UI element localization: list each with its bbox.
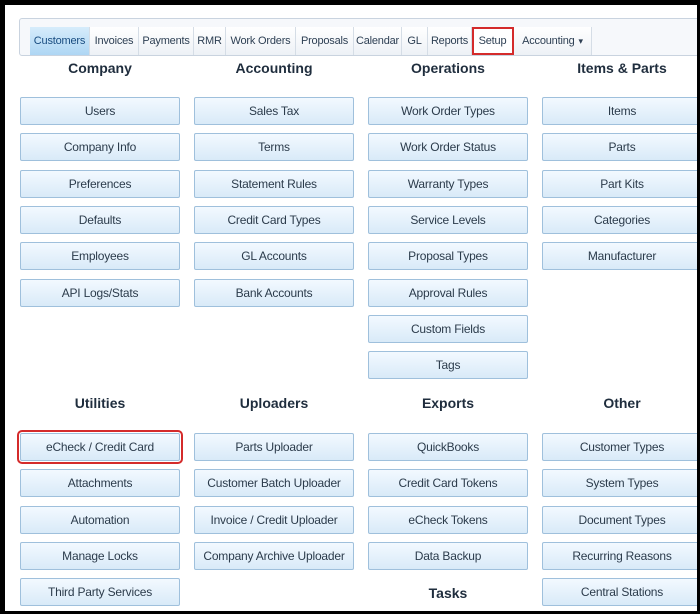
section-title-operations: Operations <box>411 60 485 76</box>
work-order-status-button[interactable]: Work Order Status <box>368 133 528 161</box>
company-info-button[interactable]: Company Info <box>20 133 180 161</box>
items-button[interactable]: Items <box>542 97 697 125</box>
tab-label: Accounting <box>522 35 575 47</box>
section-title-utilities: Utilities <box>74 395 126 411</box>
custom-fields-button[interactable]: Custom Fields <box>368 315 528 343</box>
tab-label: Work Orders <box>230 35 291 47</box>
tab-label: GL <box>407 35 422 47</box>
bank-accounts-button[interactable]: Bank Accounts <box>194 279 354 307</box>
document-types-button[interactable]: Document Types <box>542 506 697 534</box>
terms-button[interactable]: Terms <box>194 133 354 161</box>
tab-proposals[interactable]: Proposals <box>296 27 354 55</box>
central-stations-button[interactable]: Central Stations <box>542 578 697 606</box>
approval-rules-button[interactable]: Approval Rules <box>368 279 528 307</box>
echeck-tokens-button[interactable]: eCheck Tokens <box>368 506 528 534</box>
customer-types-button[interactable]: Customer Types <box>542 433 697 461</box>
tab-label: RMR <box>197 35 222 47</box>
third-party-services-button[interactable]: Third Party Services <box>20 578 180 606</box>
preferences-button[interactable]: Preferences <box>20 170 180 198</box>
section-title-company: Company <box>68 60 132 76</box>
system-types-button[interactable]: System Types <box>542 469 697 497</box>
manage-locks-button[interactable]: Manage Locks <box>20 542 180 570</box>
data-backup-button[interactable]: Data Backup <box>368 542 528 570</box>
quickbooks-button[interactable]: QuickBooks <box>368 433 528 461</box>
tab-label: Calendar <box>355 35 400 47</box>
company-archive-uploader-button[interactable]: Company Archive Uploader <box>194 542 354 570</box>
section-title-exports: Exports <box>421 395 475 411</box>
tab-label: Reports <box>430 35 469 47</box>
warranty-types-button[interactable]: Warranty Types <box>368 170 528 198</box>
tab-invoices[interactable]: Invoices <box>90 27 139 55</box>
tab-accounting[interactable]: Accounting ▾ <box>514 27 592 55</box>
tab-setup[interactable]: Setup <box>472 27 514 55</box>
defaults-button[interactable]: Defaults <box>20 206 180 234</box>
sales-tax-button[interactable]: Sales Tax <box>194 97 354 125</box>
api-logs-stats-button[interactable]: API Logs/Stats <box>20 279 180 307</box>
statement-rules-button[interactable]: Statement Rules <box>194 170 354 198</box>
tab-customers[interactable]: Customers <box>30 27 90 55</box>
main-nav-bar: Customers Invoices Payments RMR Work Orders P… <box>19 18 697 56</box>
tab-gl[interactable]: GL <box>402 27 428 55</box>
manufacturer-button[interactable]: Manufacturer <box>542 242 697 270</box>
users-button[interactable]: Users <box>20 97 180 125</box>
invoice-credit-uploader-button[interactable]: Invoice / Credit Uploader <box>194 506 354 534</box>
attachments-button[interactable]: Attachments <box>20 469 180 497</box>
tab-payments[interactable]: Payments <box>139 27 194 55</box>
section-title-tasks: Tasks <box>428 585 468 601</box>
section-title-accounting: Accounting <box>235 60 313 76</box>
credit-card-tokens-button[interactable]: Credit Card Tokens <box>368 469 528 497</box>
section-title-items-parts: Items & Parts <box>577 60 667 76</box>
part-kits-button[interactable]: Part Kits <box>542 170 697 198</box>
parts-button[interactable]: Parts <box>542 133 697 161</box>
tab-rmr[interactable]: RMR <box>194 27 226 55</box>
setup-page: Customers Invoices Payments RMR Work Orders P… <box>5 5 697 611</box>
tab-label: Customers <box>33 35 86 47</box>
categories-button[interactable]: Categories <box>542 206 697 234</box>
tab-work-orders[interactable]: Work Orders <box>226 27 296 55</box>
section-title-other: Other <box>603 395 641 411</box>
tab-label: Proposals <box>300 35 349 47</box>
customer-batch-uploader-button[interactable]: Customer Batch Uploader <box>194 469 354 497</box>
credit-card-types-button[interactable]: Credit Card Types <box>194 206 354 234</box>
tab-reports[interactable]: Reports <box>428 27 472 55</box>
proposal-types-button[interactable]: Proposal Types <box>368 242 528 270</box>
parts-uploader-button[interactable]: Parts Uploader <box>194 433 354 461</box>
tab-label: Invoices <box>94 35 134 47</box>
service-levels-button[interactable]: Service Levels <box>368 206 528 234</box>
employees-button[interactable]: Employees <box>20 242 180 270</box>
tags-button[interactable]: Tags <box>368 351 528 379</box>
chevron-down-icon: ▾ <box>578 35 584 46</box>
work-order-types-button[interactable]: Work Order Types <box>368 97 528 125</box>
automation-button[interactable]: Automation <box>20 506 180 534</box>
tab-label: Payments <box>142 35 190 47</box>
tab-calendar[interactable]: Calendar <box>354 27 402 55</box>
recurring-reasons-button[interactable]: Recurring Reasons <box>542 542 697 570</box>
echeck-credit-card-button[interactable]: eCheck / Credit Card <box>17 430 183 464</box>
tab-label: Setup <box>478 35 507 47</box>
gl-accounts-button[interactable]: GL Accounts <box>194 242 354 270</box>
main-nav-tabs: Customers Invoices Payments RMR Work Orders P… <box>30 27 592 55</box>
section-title-uploaders: Uploaders <box>239 395 309 411</box>
